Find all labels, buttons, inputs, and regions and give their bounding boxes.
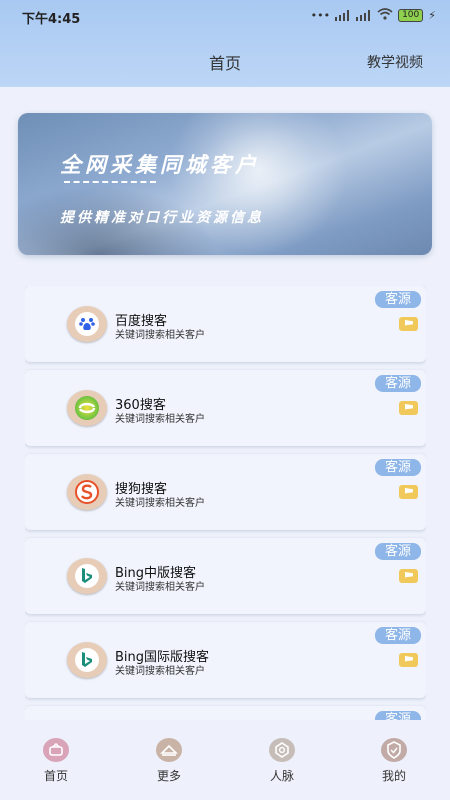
wifi-icon: [377, 8, 393, 23]
source-badge: 客源: [375, 543, 421, 560]
sogou-icon: [67, 474, 107, 510]
card-subtitle: 关键词搜索相关客户: [115, 582, 205, 593]
status-bar: 下午4:45 ••• 100 ⚡: [0, 0, 450, 30]
flag-icon: [399, 653, 418, 667]
banner-title: 全网采集同城客户: [60, 152, 260, 177]
more-icon: [156, 738, 182, 762]
bottom-nav: 首页 更多 人脉 我的: [0, 720, 450, 800]
profile-icon: [381, 738, 407, 762]
flag-icon: [399, 569, 418, 583]
nav-label: 我的: [381, 769, 406, 783]
card-baidu[interactable]: 百度搜客 关键词搜索相关客户 客源: [25, 286, 426, 362]
banner-underline: [64, 181, 156, 183]
card-subtitle: 关键词搜索相关客户: [115, 414, 205, 425]
signal-icon-2: [356, 10, 372, 21]
home-icon: [43, 738, 69, 762]
app-header: 下午4:45 ••• 100 ⚡ 首页 教学视频: [0, 0, 450, 87]
360-icon: [67, 390, 107, 426]
source-badge: 客源: [375, 459, 421, 476]
signal-icon: [335, 10, 351, 21]
card-subtitle: 关键词搜索相关客户: [115, 666, 205, 677]
source-badge: 客源: [375, 375, 421, 392]
status-time: 下午4:45: [22, 12, 81, 27]
nav-home[interactable]: 首页: [26, 738, 86, 784]
source-badge: 客源: [375, 627, 421, 644]
bing-icon: [67, 558, 107, 594]
card-bing-intl[interactable]: Bing国际版搜客 关键词搜索相关客户 客源: [25, 622, 426, 698]
nav-label: 首页: [43, 769, 68, 783]
contacts-icon: [269, 738, 295, 762]
card-360[interactable]: 360搜客 关键词搜索相关客户 客源: [25, 370, 426, 446]
banner-subtitle: 提供精准对口行业资源信息: [60, 210, 264, 226]
nav-label: 人脉: [269, 769, 294, 783]
bing-icon: [67, 642, 107, 678]
battery-icon: 100: [398, 9, 424, 22]
card-partial[interactable]: 客源: [25, 706, 426, 720]
card-sogou[interactable]: 搜狗搜客 关键词搜索相关客户 客源: [25, 454, 426, 530]
card-subtitle: 关键词搜索相关客户: [115, 330, 205, 341]
tutorial-video-link[interactable]: 教学视频: [367, 52, 423, 72]
search-source-list: 百度搜客 关键词搜索相关客户 客源 360搜客 关键词搜索相关客户 客源 搜狗搜…: [25, 286, 426, 720]
promo-banner[interactable]: 全网采集同城客户 提供精准对口行业资源信息: [18, 113, 432, 255]
baidu-icon: [67, 306, 107, 342]
card-bing-cn[interactable]: Bing中版搜客 关键词搜索相关客户 客源: [25, 538, 426, 614]
flag-icon: [399, 485, 418, 499]
flag-icon: [399, 317, 418, 331]
flag-icon: [399, 401, 418, 415]
source-badge: 客源: [375, 291, 421, 308]
charging-icon: ⚡: [428, 9, 436, 22]
nav-label: 更多: [156, 769, 181, 783]
title-bar: 首页 教学视频: [0, 42, 450, 78]
source-badge: 客源: [375, 711, 421, 720]
nav-more[interactable]: 更多: [139, 738, 199, 784]
nav-contacts[interactable]: 人脉: [252, 738, 312, 784]
nav-profile[interactable]: 我的: [364, 738, 424, 784]
card-subtitle: 关键词搜索相关客户: [115, 498, 205, 509]
status-icons: ••• 100 ⚡: [311, 8, 436, 23]
more-dots-icon: •••: [310, 9, 331, 22]
